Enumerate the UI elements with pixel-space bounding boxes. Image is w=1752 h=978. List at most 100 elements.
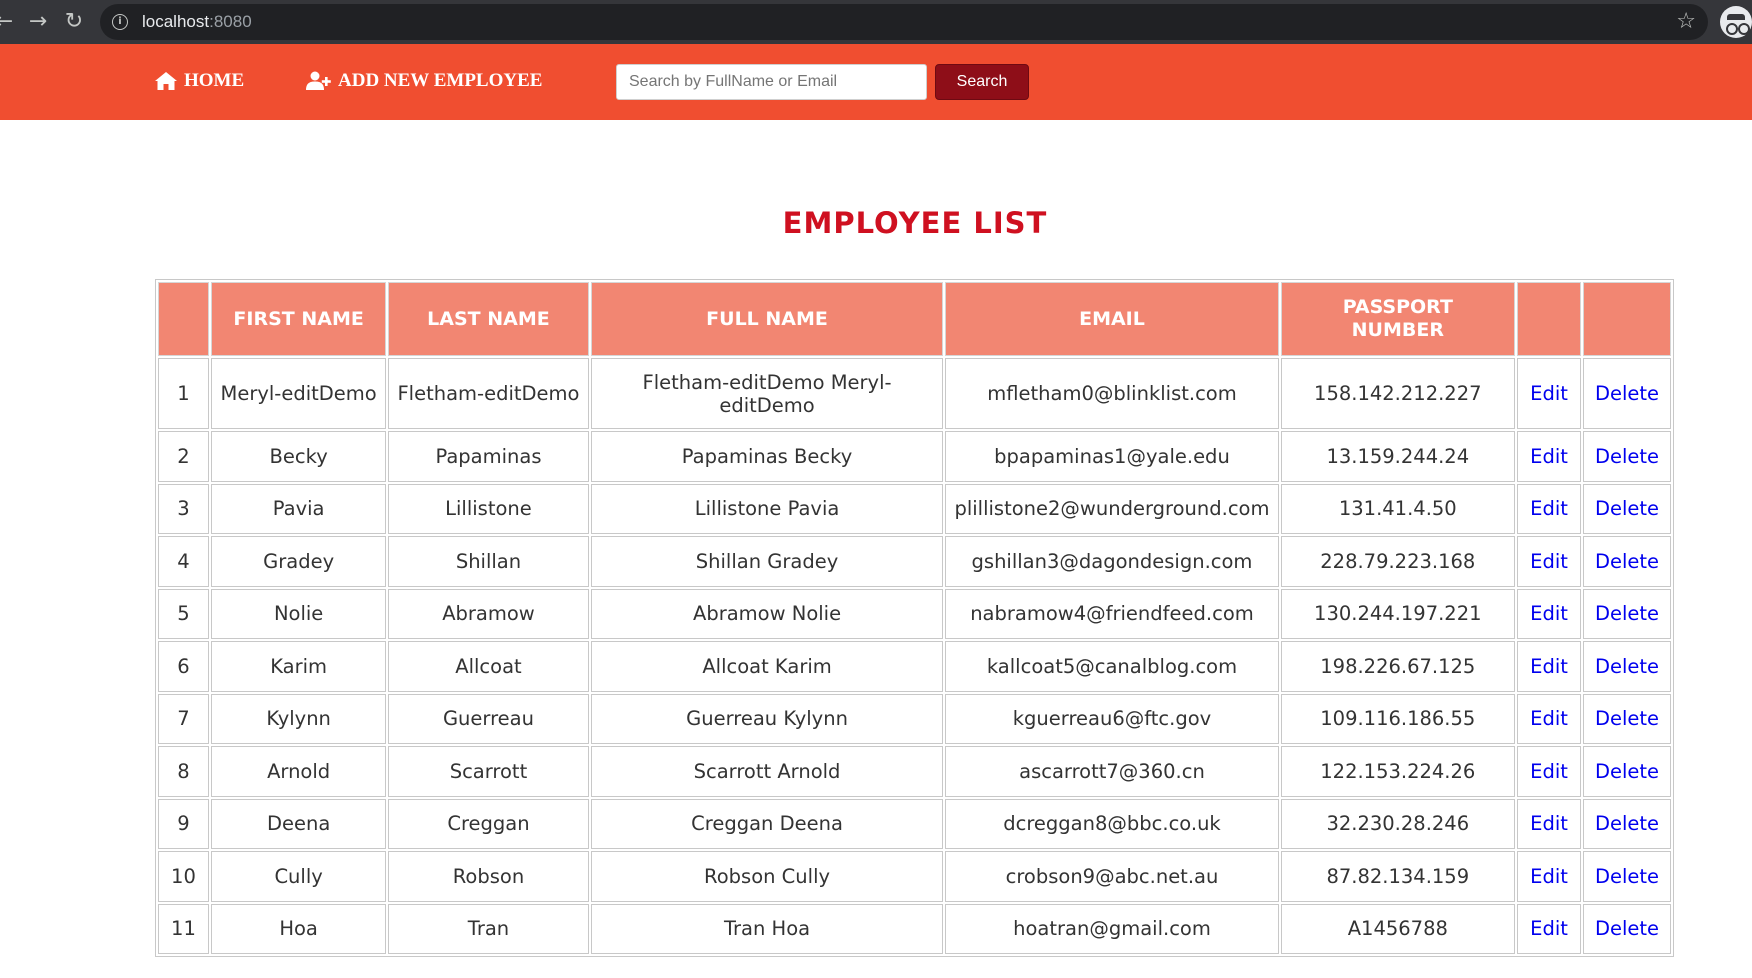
cell-edit: Edit bbox=[1517, 693, 1582, 744]
table-row: 5 Nolie Abramow Abramow Nolie nabramow4@frie… bbox=[158, 588, 1671, 639]
nav-home-link[interactable]: HOME bbox=[154, 70, 244, 92]
table-row: 8 Arnold Scarrott Scarrott Arnold ascarrott7… bbox=[158, 746, 1671, 797]
nav-home-label: HOME bbox=[184, 70, 245, 91]
delete-link[interactable]: Delete bbox=[1595, 917, 1659, 940]
edit-link[interactable]: Edit bbox=[1530, 550, 1568, 573]
table-row: 2 Becky Papaminas Papaminas Becky bpapaminas… bbox=[158, 431, 1671, 482]
cell-full-name: Lillistone Pavia bbox=[590, 483, 944, 534]
cell-index: 9 bbox=[158, 798, 209, 849]
cell-index: 1 bbox=[158, 358, 209, 429]
cell-email: hoatran@gmail.com bbox=[945, 903, 1279, 954]
column-header-index bbox=[158, 282, 209, 356]
delete-link[interactable]: Delete bbox=[1595, 497, 1659, 520]
search-input[interactable] bbox=[616, 64, 927, 100]
cell-edit: Edit bbox=[1517, 798, 1582, 849]
cell-delete: Delete bbox=[1583, 431, 1671, 482]
column-header-passport: PASSPORT NUMBER bbox=[1280, 282, 1516, 356]
delete-link[interactable]: Delete bbox=[1595, 865, 1659, 888]
cell-delete: Delete bbox=[1583, 588, 1671, 639]
delete-link[interactable]: Delete bbox=[1595, 655, 1659, 678]
info-icon[interactable]: i bbox=[112, 14, 128, 30]
column-header-first-name: FIRST NAME bbox=[210, 282, 387, 356]
cell-passport: 198.226.67.125 bbox=[1280, 641, 1516, 692]
cell-passport: 13.159.244.24 bbox=[1280, 431, 1516, 482]
cell-first-name: Pavia bbox=[210, 483, 387, 534]
cell-email: plillistone2@wunderground.com bbox=[945, 483, 1279, 534]
reload-icon[interactable]: ↻ bbox=[60, 8, 88, 36]
cell-passport: 32.230.28.246 bbox=[1280, 798, 1516, 849]
cell-email: bpapaminas1@yale.edu bbox=[945, 431, 1279, 482]
table-row: 6 Karim Allcoat Allcoat Karim kallcoat5@cana… bbox=[158, 641, 1671, 692]
cell-edit: Edit bbox=[1517, 641, 1582, 692]
cell-first-name: Karim bbox=[210, 641, 387, 692]
cell-first-name: Nolie bbox=[210, 588, 387, 639]
table-header-row: FIRST NAME LAST NAME FULL NAME EMAIL PAS… bbox=[158, 282, 1671, 356]
column-header-delete bbox=[1583, 282, 1671, 356]
table-row: 10 Cully Robson Robson Cully crobson9@abc.ne… bbox=[158, 851, 1671, 902]
delete-link[interactable]: Delete bbox=[1595, 812, 1659, 835]
cell-edit: Edit bbox=[1517, 588, 1582, 639]
delete-link[interactable]: Delete bbox=[1595, 445, 1659, 468]
table-row: 11 Hoa Tran Tran Hoa hoatran@gmail.com A14567… bbox=[158, 903, 1671, 954]
url-port: :8080 bbox=[209, 12, 252, 31]
cell-passport: 130.244.197.221 bbox=[1280, 588, 1516, 639]
cell-index: 3 bbox=[158, 483, 209, 534]
cell-edit: Edit bbox=[1517, 746, 1582, 797]
edit-link[interactable]: Edit bbox=[1530, 917, 1568, 940]
cell-index: 10 bbox=[158, 851, 209, 902]
edit-link[interactable]: Edit bbox=[1530, 445, 1568, 468]
cell-email: crobson9@abc.net.au bbox=[945, 851, 1279, 902]
cell-first-name: Meryl-editDemo bbox=[210, 358, 387, 429]
cell-full-name: Fletham-editDemo Meryl-editDemo bbox=[590, 358, 944, 429]
cell-full-name: Abramow Nolie bbox=[590, 588, 944, 639]
edit-link[interactable]: Edit bbox=[1530, 602, 1568, 625]
cell-last-name: Guerreau bbox=[388, 693, 589, 744]
url-text[interactable]: localhost:8080 bbox=[142, 12, 252, 32]
cell-edit: Edit bbox=[1517, 483, 1582, 534]
cell-full-name: Robson Cully bbox=[590, 851, 944, 902]
cell-index: 4 bbox=[158, 536, 209, 587]
cell-index: 8 bbox=[158, 746, 209, 797]
cell-edit: Edit bbox=[1517, 851, 1582, 902]
page-title: EMPLOYEE LIST bbox=[782, 206, 1048, 240]
delete-link[interactable]: Delete bbox=[1595, 382, 1659, 405]
cell-last-name: Creggan bbox=[388, 798, 589, 849]
cell-full-name: Papaminas Becky bbox=[590, 431, 944, 482]
cell-last-name: Fletham-editDemo bbox=[388, 358, 589, 429]
cell-delete: Delete bbox=[1583, 358, 1671, 429]
cell-passport: 228.79.223.168 bbox=[1280, 536, 1516, 587]
star-icon[interactable]: ☆ bbox=[1676, 9, 1696, 34]
cell-delete: Delete bbox=[1583, 798, 1671, 849]
edit-link[interactable]: Edit bbox=[1530, 655, 1568, 678]
delete-link[interactable]: Delete bbox=[1595, 760, 1659, 783]
cell-full-name: Creggan Deena bbox=[590, 798, 944, 849]
edit-link[interactable]: Edit bbox=[1530, 812, 1568, 835]
edit-link[interactable]: Edit bbox=[1530, 497, 1568, 520]
cell-index: 6 bbox=[158, 641, 209, 692]
delete-link[interactable]: Delete bbox=[1595, 550, 1659, 573]
back-arrow-icon[interactable]: ← bbox=[0, 8, 18, 36]
delete-link[interactable]: Delete bbox=[1595, 602, 1659, 625]
address-bar[interactable]: i localhost:8080 ☆ bbox=[100, 4, 1708, 40]
cell-passport: 109.116.186.55 bbox=[1280, 693, 1516, 744]
table-row: 7 Kylynn Guerreau Guerreau Kylynn kguerreau6… bbox=[158, 693, 1671, 744]
edit-link[interactable]: Edit bbox=[1530, 760, 1568, 783]
delete-link[interactable]: Delete bbox=[1595, 707, 1659, 730]
edit-link[interactable]: Edit bbox=[1530, 865, 1568, 888]
incognito-icon[interactable] bbox=[1720, 6, 1752, 38]
cell-index: 11 bbox=[158, 903, 209, 954]
cell-last-name: Lillistone bbox=[388, 483, 589, 534]
edit-link[interactable]: Edit bbox=[1530, 707, 1568, 730]
cell-email: kallcoat5@canalblog.com bbox=[945, 641, 1279, 692]
nav-add-employee-link[interactable]: ADD NEW EMPLOYEE bbox=[306, 70, 542, 92]
cell-delete: Delete bbox=[1583, 903, 1671, 954]
forward-arrow-icon[interactable]: → bbox=[24, 8, 52, 36]
cell-email: kguerreau6@ftc.gov bbox=[945, 693, 1279, 744]
cell-delete: Delete bbox=[1583, 536, 1671, 587]
cell-passport: 158.142.212.227 bbox=[1280, 358, 1516, 429]
employee-table: FIRST NAME LAST NAME FULL NAME EMAIL PAS… bbox=[156, 280, 1673, 956]
cell-index: 7 bbox=[158, 693, 209, 744]
cell-index: 5 bbox=[158, 588, 209, 639]
edit-link[interactable]: Edit bbox=[1530, 382, 1568, 405]
search-button[interactable]: Search bbox=[935, 64, 1029, 100]
